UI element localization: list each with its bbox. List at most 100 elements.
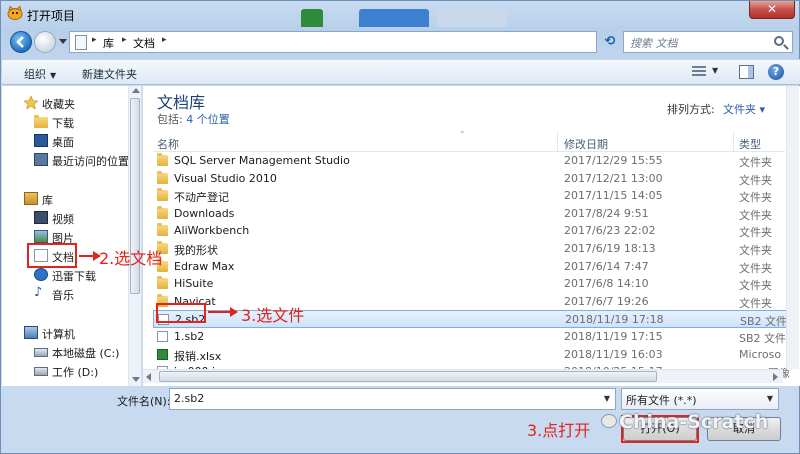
address-bar[interactable]: ▸ 库 ▸ 文档 ▸ ▼ xyxy=(69,31,661,53)
horizontal-scrollbar[interactable] xyxy=(143,369,783,383)
new-folder-button[interactable]: 新建文件夹 xyxy=(82,66,137,82)
file-type: Microso xyxy=(739,347,782,361)
video-icon xyxy=(34,211,48,224)
scroll-down-icon[interactable] xyxy=(132,377,140,382)
recent-places-icon xyxy=(34,153,48,166)
scroll-left-icon[interactable] xyxy=(146,373,151,381)
library-icon xyxy=(24,192,38,205)
chevron-down-icon[interactable]: ▼ xyxy=(598,389,616,409)
chevron-right-icon[interactable]: ▸ xyxy=(162,35,167,45)
file-type-select[interactable]: 所有文件 (*.*) ▼ xyxy=(621,388,779,410)
forward-button[interactable] xyxy=(34,31,56,53)
file-name: 我的形状 xyxy=(174,244,218,257)
file-row[interactable]: Downloads 2017/8/24 9:51 文件夹 xyxy=(153,205,789,223)
sidebar-item-desktop[interactable]: 桌面 xyxy=(2,132,128,150)
chevron-right-icon[interactable]: ▸ xyxy=(122,35,127,45)
sidebar-item-recent-places[interactable]: 最近访问的位置 xyxy=(2,151,129,169)
library-includes: 包括: 4 个位置 xyxy=(157,111,230,127)
navigation-scrollbar[interactable] xyxy=(128,86,141,386)
folder-icon xyxy=(157,153,168,166)
file-row[interactable]: AliWorkbench 2017/6/23 22:02 文件夹 xyxy=(153,222,789,240)
file-row[interactable]: 1.sb2 2018/11/19 17:15 SB2 文件 xyxy=(153,328,789,346)
file-row[interactable]: SQL Server Management Studio 2017/12/29 1… xyxy=(153,152,789,170)
file-list-pane: 文档库 包括: 4 个位置 排列方式: 文件夹 ▾ ⌃ 名称 修改日期 类型 S… xyxy=(143,86,800,386)
organize-button[interactable]: 组织 ▼ xyxy=(24,66,56,82)
scroll-right-icon[interactable] xyxy=(773,373,778,381)
sidebar-item-computer[interactable]: 计算机 xyxy=(2,324,128,342)
file-type: 文件夹 xyxy=(739,244,772,257)
folder-icon xyxy=(157,188,168,202)
filename-label: 文件名(N): xyxy=(117,395,171,408)
file-name: 不动产登记 xyxy=(174,191,229,205)
filename-input[interactable]: 2.sb2 ▼ xyxy=(169,388,616,410)
sidebar-item-favorites[interactable]: 收藏夹 xyxy=(2,94,128,112)
sidebar-item-label: 库 xyxy=(42,194,53,207)
search-input[interactable]: 搜索 文档 xyxy=(623,31,793,53)
annotation-arrow xyxy=(208,307,238,317)
column-name[interactable]: 名称 xyxy=(157,136,179,152)
breadcrumb-documents[interactable]: 文档 xyxy=(133,35,155,51)
recent-pages-dropdown[interactable] xyxy=(59,39,67,44)
background-window-fragment xyxy=(359,9,429,27)
sidebar-item-drive-d[interactable]: 工作 (D:) xyxy=(2,362,128,380)
vertical-scrollbar[interactable] xyxy=(786,86,799,369)
thunder-icon xyxy=(34,268,48,281)
column-date[interactable]: 修改日期 xyxy=(564,136,608,152)
search-placeholder: 搜索 文档 xyxy=(630,37,678,50)
command-toolbar: 组织 ▼ 新建文件夹 ▼ ? xyxy=(2,59,800,85)
column-type[interactable]: 类型 xyxy=(739,136,761,152)
file-date: 2017/12/29 15:55 xyxy=(564,154,663,167)
sort-arrow-icon: ⌃ xyxy=(459,130,466,139)
library-title: 文档库 xyxy=(157,93,206,112)
file-name: HiSuite xyxy=(174,277,214,291)
view-options-icon[interactable] xyxy=(692,66,706,78)
search-icon xyxy=(774,36,784,46)
file-row[interactable]: HiSuite 2017/6/8 14:10 文件夹 xyxy=(153,275,789,293)
scrollbar-thumb[interactable] xyxy=(159,371,657,382)
annotation-step3-open: 3.点打开 xyxy=(527,421,591,440)
file-type: 文件夹 xyxy=(739,191,772,205)
back-button[interactable] xyxy=(10,31,32,53)
scroll-up-icon[interactable] xyxy=(132,88,140,93)
computer-icon xyxy=(24,326,38,339)
file-row[interactable]: Visual Studio 2010 2017/12/21 13:00 文件夹 xyxy=(153,170,789,188)
refresh-button[interactable]: ⟲ xyxy=(599,31,621,53)
annotation-box-documents xyxy=(27,243,77,268)
file-date: 2018/11/19 16:03 xyxy=(564,347,663,361)
file-row[interactable]: 我的形状 2017/6/19 18:13 文件夹 xyxy=(153,240,789,258)
file-row[interactable]: 报销.xlsx 2018/11/19 16:03 Microso xyxy=(153,346,789,364)
sidebar-item-drive-c[interactable]: 本地磁盘 (C:) xyxy=(2,343,128,361)
locations-link[interactable]: 4 个位置 xyxy=(186,113,230,126)
file-type: SB2 文件 xyxy=(740,315,788,329)
sidebar-item-videos[interactable]: 视频 xyxy=(2,209,128,227)
chevron-right-icon[interactable]: ▸ xyxy=(92,35,97,45)
column-divider[interactable] xyxy=(733,132,734,152)
file-name: Downloads xyxy=(174,206,235,220)
chevron-down-icon[interactable]: ▼ xyxy=(712,66,718,75)
sidebar-item-music[interactable]: ♪ 音乐 xyxy=(2,285,128,303)
preview-pane-icon[interactable] xyxy=(739,65,754,79)
folder-icon xyxy=(157,276,168,290)
annotation-step2: 2.选文档 xyxy=(99,249,163,268)
file-type: 文件夹 xyxy=(739,208,772,222)
help-icon[interactable]: ? xyxy=(768,64,784,80)
file-row[interactable]: 不动产登记 2017/11/15 14:05 文件夹 xyxy=(153,187,789,205)
download-folder-icon xyxy=(34,115,48,128)
excel-file-icon xyxy=(157,348,168,360)
file-type: 文件夹 xyxy=(739,173,772,187)
file-type: SB2 文件 xyxy=(739,332,787,345)
sidebar-item-libraries[interactable]: 库 xyxy=(2,190,128,208)
includes-label: 包括: xyxy=(157,113,183,126)
title-bar: 打开项目 ✕ xyxy=(1,1,800,27)
scratch-cat-icon xyxy=(7,6,23,20)
close-button[interactable]: ✕ xyxy=(749,1,795,19)
drive-icon xyxy=(34,367,48,376)
breadcrumb-library[interactable]: 库 xyxy=(103,35,114,51)
column-header: ⌃ 名称 修改日期 类型 xyxy=(153,130,785,152)
arrange-by-dropdown[interactable]: 文件夹 ▾ xyxy=(723,101,765,117)
file-name: AliWorkbench xyxy=(174,224,250,238)
sidebar-item-downloads[interactable]: 下载 xyxy=(2,113,128,131)
column-divider[interactable] xyxy=(557,132,558,152)
file-row[interactable]: Edraw Max 2017/6/14 7:47 文件夹 xyxy=(153,258,789,276)
file-type: 文件夹 xyxy=(739,156,772,169)
